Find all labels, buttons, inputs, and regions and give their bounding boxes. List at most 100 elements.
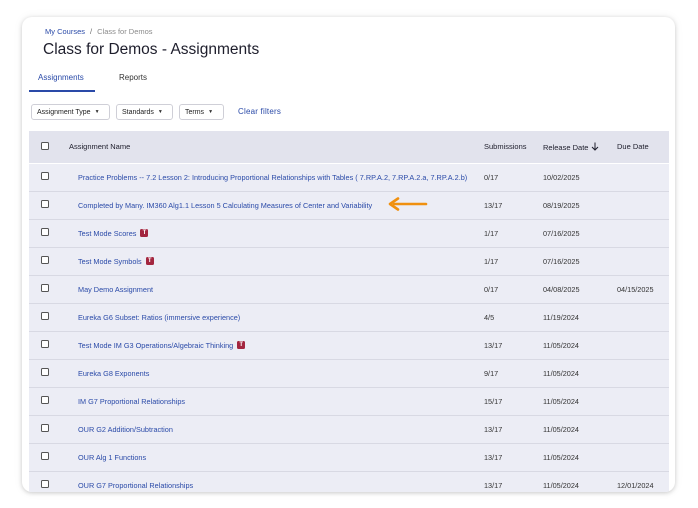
assignment-name-link[interactable]: Completed by Many. IM360 Alg1.1 Lesson 5…	[78, 201, 372, 210]
row-checkbox[interactable]	[41, 256, 49, 264]
row-checkbox[interactable]	[41, 452, 49, 460]
table-row[interactable]: Test Mode IM G3 Operations/Algebraic Thi…	[29, 332, 669, 360]
row-checkbox[interactable]	[41, 284, 49, 292]
table-row[interactable]: Completed by Many. IM360 Alg1.1 Lesson 5…	[29, 192, 669, 220]
assignment-name-text: Test Mode Symbols	[78, 257, 142, 266]
assignment-name-text: Test Mode IM G3 Operations/Algebraic Thi…	[78, 341, 234, 350]
submissions-cell: 13/17	[484, 425, 503, 434]
due-date-cell: 04/15/2025	[617, 285, 654, 294]
row-checkbox[interactable]	[41, 228, 49, 236]
breadcrumb-my-courses-link[interactable]: My Courses	[45, 27, 85, 36]
release-date-cell: 11/05/2024	[543, 453, 579, 462]
assignment-name-link[interactable]: Practice Problems -- 7.2 Lesson 2: Intro…	[78, 173, 467, 182]
select-all-checkbox[interactable]	[41, 142, 49, 150]
table-header: Assignment Name Submissions Release Date…	[29, 131, 669, 163]
submissions-cell: 4/5	[484, 313, 495, 322]
assignment-name-text: OUR G7 Proportional Relationships	[78, 481, 194, 490]
assignment-name-link[interactable]: Eureka G6 Subset: Ratios (immersive expe…	[78, 313, 240, 322]
column-header-release-date[interactable]: Release Date	[543, 142, 599, 152]
breadcrumb-separator: /	[90, 27, 93, 36]
row-checkbox[interactable]	[41, 172, 49, 180]
row-checkbox[interactable]	[41, 312, 49, 320]
assignment-type-filter[interactable]: Assignment Type ▼	[31, 104, 110, 120]
table-row[interactable]: OUR G2 Addition/Subtraction 13/17 11/05/20…	[29, 416, 669, 444]
release-date-cell: 11/05/2024	[543, 425, 579, 434]
release-date-cell: 11/05/2024	[543, 397, 579, 406]
submissions-cell: 13/17	[484, 453, 503, 462]
assignment-name-link[interactable]: OUR G2 Addition/Subtraction	[78, 425, 173, 434]
row-checkbox[interactable]	[41, 396, 49, 404]
submissions-cell: 9/17	[484, 369, 499, 378]
assignment-name-text: Eureka G8 Exponents	[78, 369, 150, 378]
row-checkbox[interactable]	[41, 480, 49, 488]
assignment-name-link[interactable]: OUR G7 Proportional Relationships	[78, 481, 193, 490]
submissions-cell: 1/17	[484, 229, 499, 238]
assignment-name-text: Test Mode Scores	[78, 229, 137, 238]
submissions-cell: 13/17	[484, 481, 503, 490]
submissions-cell: 0/17	[484, 173, 499, 182]
submissions-cell: 13/17	[484, 201, 503, 210]
arrow-down-icon	[592, 142, 599, 151]
column-header-due-date[interactable]: Due Date	[617, 142, 649, 151]
test-mode-badge: T	[237, 341, 246, 349]
release-date-cell: 08/19/2025	[543, 201, 580, 210]
terms-filter[interactable]: Terms ▼	[179, 104, 224, 120]
terms-filter-label: Terms	[185, 108, 205, 116]
test-mode-badge: T	[140, 229, 149, 237]
arrow-left-icon	[388, 197, 428, 211]
active-tab-indicator	[29, 90, 95, 92]
submissions-cell: 1/17	[484, 257, 499, 266]
page-title: Class for Demos - Assignments	[43, 41, 260, 58]
assignment-name-text: Eureka G6 Subset: Ratios (immersive expe…	[78, 313, 241, 322]
assignment-name-link[interactable]: OUR Alg 1 Functions	[78, 453, 146, 462]
release-date-cell: 11/05/2024	[543, 341, 579, 350]
tab-reports[interactable]: Reports	[119, 73, 147, 82]
table-row[interactable]: Practice Problems -- 7.2 Lesson 2: Intro…	[29, 164, 669, 192]
chevron-down-icon: ▼	[94, 109, 100, 115]
submissions-cell: 15/17	[484, 397, 503, 406]
table-row[interactable]: Test Mode Symbols T 1/17 07/16/2025	[29, 248, 669, 276]
assignments-panel: My Courses / Class for Demos Class for Dem…	[22, 17, 675, 492]
release-date-cell: 07/16/2025	[543, 229, 580, 238]
assignment-type-filter-label: Assignment Type	[37, 108, 91, 116]
chevron-down-icon: ▼	[208, 109, 214, 115]
submissions-cell: 13/17	[484, 341, 503, 350]
table-row[interactable]: OUR Alg 1 Functions 13/17 11/05/2024	[29, 444, 669, 472]
release-date-cell: 04/08/2025	[543, 285, 580, 294]
assignment-name-link[interactable]: May Demo Assignment	[78, 285, 153, 294]
clear-filters-link[interactable]: Clear filters	[238, 107, 281, 116]
table-row[interactable]: IM G7 Proportional Relationships 15/17 11/…	[29, 388, 669, 416]
table-row[interactable]: Eureka G8 Exponents 9/17 11/05/2024	[29, 360, 669, 388]
assignment-name-text: OUR Alg 1 Functions	[78, 453, 147, 462]
column-header-submissions[interactable]: Submissions	[484, 142, 527, 151]
assignment-name-link[interactable]: IM G7 Proportional Relationships	[78, 397, 185, 406]
chevron-down-icon: ▼	[157, 109, 163, 115]
assignment-name-link[interactable]: Test Mode IM G3 Operations/Algebraic Thi…	[78, 341, 246, 350]
assignments-table: Assignment Name Submissions Release Date…	[29, 131, 669, 492]
table-row[interactable]: May Demo Assignment 0/17 04/08/2025 04/15/2…	[29, 276, 669, 304]
row-checkbox[interactable]	[41, 340, 49, 348]
due-date-cell: 12/01/2024	[617, 481, 654, 490]
table-row[interactable]: OUR G7 Proportional Relationships 13/17 11…	[29, 472, 669, 492]
column-header-release-date-label: Release Date	[543, 143, 589, 152]
standards-filter[interactable]: Standards ▼	[116, 104, 173, 120]
column-header-assignment-name[interactable]: Assignment Name	[69, 142, 130, 151]
release-date-cell: 11/05/2024	[543, 481, 579, 490]
assignment-name-link[interactable]: Test Mode Scores T	[78, 229, 149, 238]
table-row[interactable]: Test Mode Scores T 1/17 07/16/2025	[29, 220, 669, 248]
tab-assignments[interactable]: Assignments	[38, 73, 84, 82]
release-date-cell: 11/19/2024	[543, 313, 579, 322]
table-row[interactable]: Eureka G6 Subset: Ratios (immersive expe…	[29, 304, 669, 332]
assignment-name-text: Practice Problems -- 7.2 Lesson 2: Intro…	[78, 173, 468, 182]
release-date-cell: 10/02/2025	[543, 173, 580, 182]
assignment-name-link[interactable]: Test Mode Symbols T	[78, 257, 154, 266]
assignment-name-text: Completed by Many. IM360 Alg1.1 Lesson 5…	[78, 201, 373, 210]
row-checkbox[interactable]	[41, 424, 49, 432]
breadcrumb: My Courses / Class for Demos	[45, 27, 153, 36]
row-checkbox[interactable]	[41, 200, 49, 208]
row-checkbox[interactable]	[41, 368, 49, 376]
release-date-cell: 07/16/2025	[543, 257, 580, 266]
standards-filter-label: Standards	[122, 108, 154, 116]
assignment-name-link[interactable]: Eureka G8 Exponents	[78, 369, 149, 378]
breadcrumb-current: Class for Demos	[97, 27, 153, 36]
